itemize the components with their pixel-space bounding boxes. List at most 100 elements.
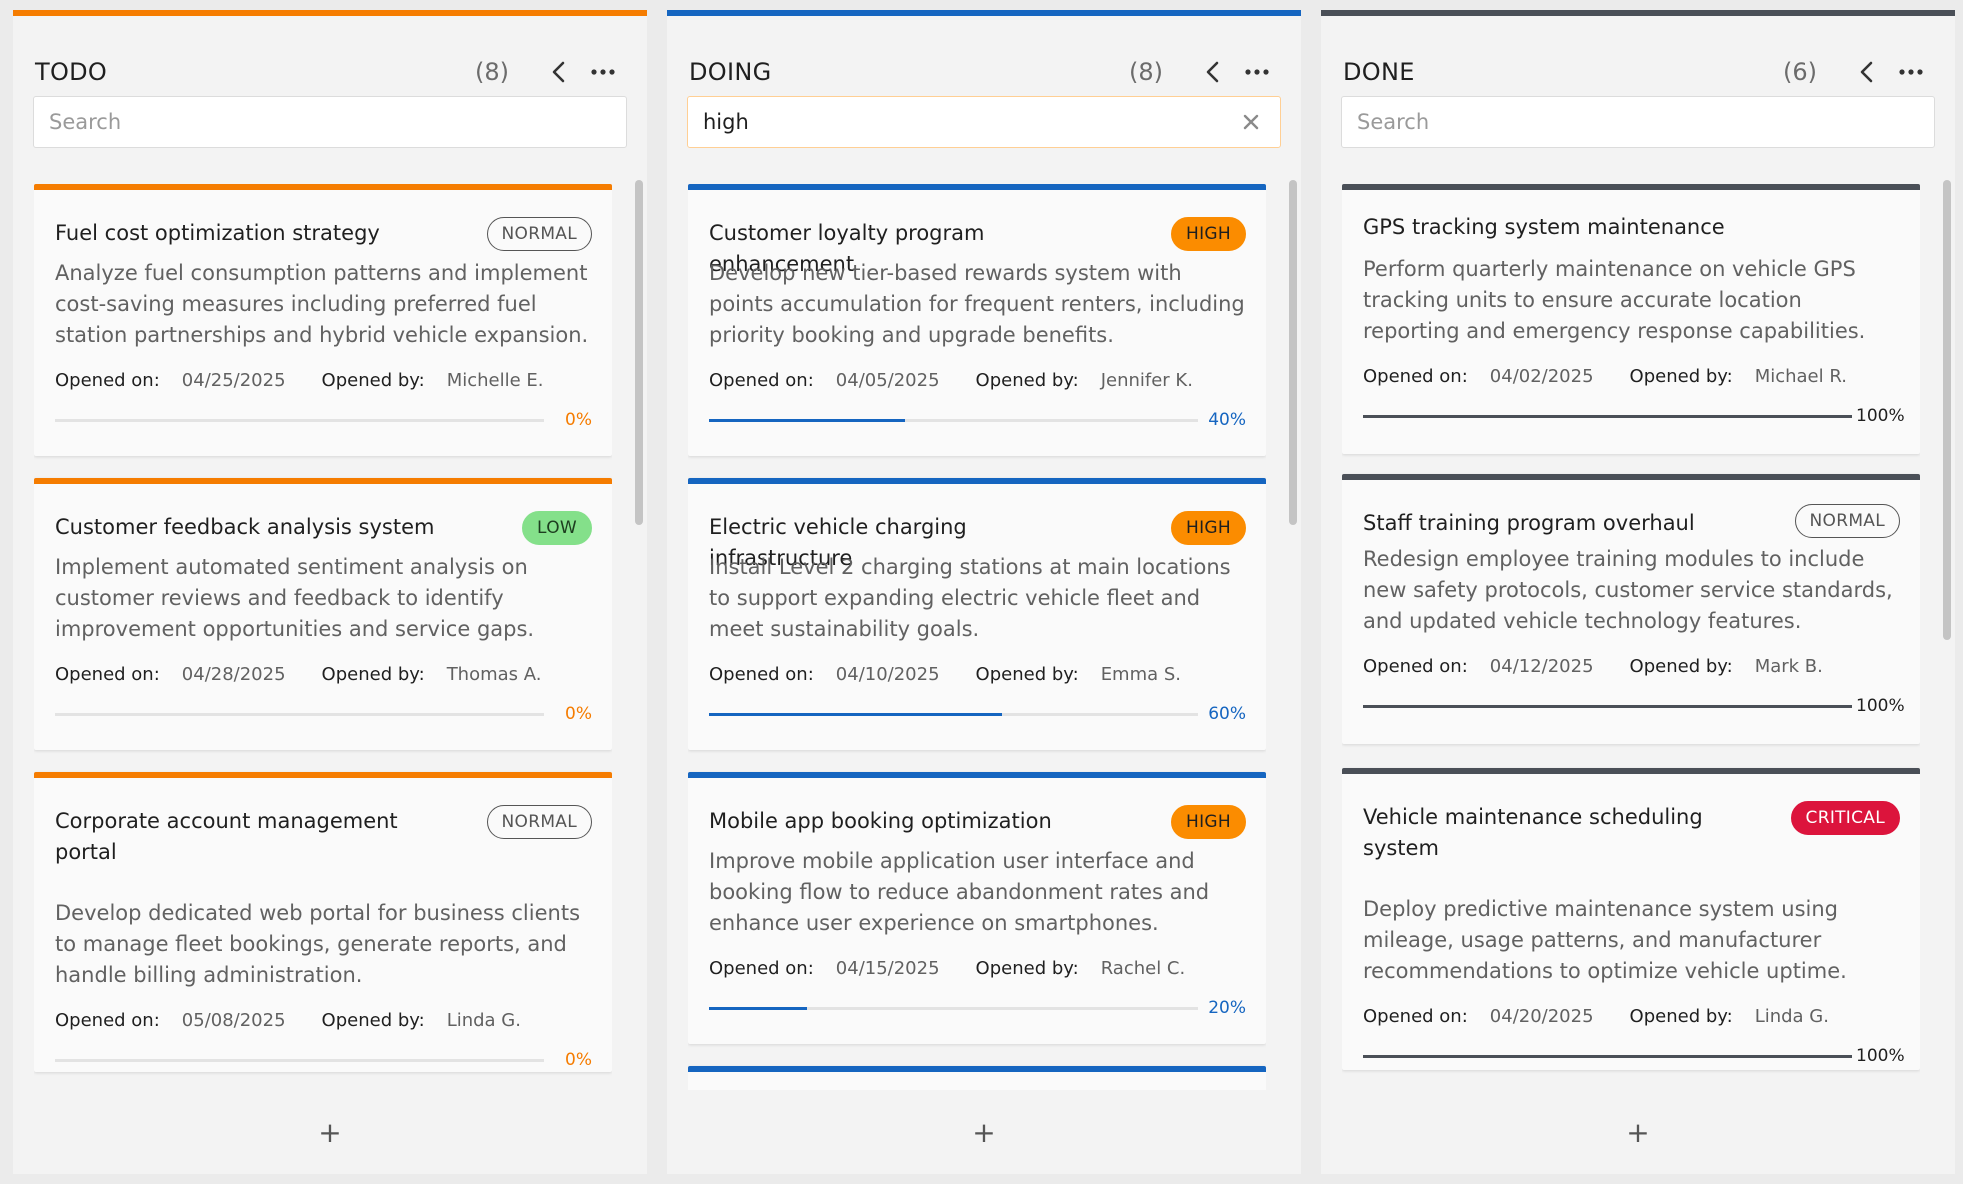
task-card[interactable]: Corporate account management portal NORMA… xyxy=(34,772,612,1072)
more-horizontal-icon[interactable] xyxy=(1235,54,1279,90)
meta-spacer xyxy=(1594,652,1630,682)
card-title: Customer feedback analysis system xyxy=(55,515,435,539)
opened-by-label: Opened by: xyxy=(321,1010,425,1031)
opened-on-label: Opened on: xyxy=(55,370,160,391)
add-card-button[interactable]: + xyxy=(13,1112,647,1152)
card-description: Install Level 2 charging stations at mai… xyxy=(709,555,1231,641)
more-horizontal-icon[interactable] xyxy=(1889,54,1933,90)
scrollbar-thumb[interactable] xyxy=(635,180,643,525)
progress-percent: 60% xyxy=(1208,704,1246,724)
progress-percent: 100% xyxy=(1856,1046,1905,1066)
scrollbar[interactable] xyxy=(635,172,645,1092)
opened-by-label: Opened by: xyxy=(321,370,425,391)
opened-by-name: Mark B. xyxy=(1754,656,1823,677)
task-card[interactable]: Mobile app booking optimization HIGH Impro… xyxy=(688,772,1266,1044)
card-description: Implement automated sentiment analysis o… xyxy=(55,555,535,641)
progress-track xyxy=(709,712,1198,716)
opened-on-date: 04/28/2025 xyxy=(181,664,286,685)
scrollbar-thumb[interactable] xyxy=(1943,180,1951,640)
priority-badge: HIGH xyxy=(1171,511,1246,545)
search-field[interactable] xyxy=(1341,96,1935,148)
opened-by-name: Michael R. xyxy=(1754,366,1847,387)
progress-fill xyxy=(1363,704,1852,708)
card-meta: Opened on: 04/02/2025 Opened by: Michael R. xyxy=(1363,362,1900,392)
scrollbar[interactable] xyxy=(1289,172,1299,1092)
task-card[interactable]: Customer feedback analysis system LOW Impl… xyxy=(34,478,612,750)
card-title: Fuel cost optimization strategy xyxy=(55,221,380,245)
chevron-left-icon[interactable] xyxy=(537,54,581,90)
priority-badge: NORMAL xyxy=(486,805,592,839)
progress-track xyxy=(55,712,544,716)
scrollbar[interactable] xyxy=(1943,172,1953,1092)
card-meta: Opened on: 04/10/2025 Opened by: Emma S. xyxy=(709,660,1246,690)
opened-on-label: Opened on: xyxy=(709,958,814,979)
add-card-button[interactable]: + xyxy=(1321,1112,1955,1152)
column-doing: DOING (8) Customer loyalty program enhan… xyxy=(667,10,1301,1174)
scrollbar-thumb[interactable] xyxy=(1289,180,1297,525)
chevron-left-icon[interactable] xyxy=(1845,54,1889,90)
search-input[interactable] xyxy=(1357,110,1919,134)
add-card-button[interactable]: + xyxy=(667,1112,1301,1152)
opened-by-label: Opened by: xyxy=(975,958,1079,979)
close-icon[interactable] xyxy=(1237,108,1265,136)
opened-on-date: 04/12/2025 xyxy=(1489,656,1594,677)
card-title: GPS tracking system maintenance xyxy=(1363,215,1725,239)
card-meta: Opened on: 04/12/2025 Opened by: Mark B. xyxy=(1363,652,1900,682)
card-description: Develop dedicated web portal for busines… xyxy=(55,901,581,987)
opened-by-label: Opened by: xyxy=(321,664,425,685)
opened-on-date: 04/15/2025 xyxy=(835,958,940,979)
card-description: Deploy predictive maintenance system usi… xyxy=(1363,897,1847,983)
task-card[interactable] xyxy=(688,1066,1266,1090)
progress-percent: 100% xyxy=(1856,696,1905,716)
task-card[interactable]: Staff training program overhaul NORMAL Red… xyxy=(1342,474,1920,744)
progress-percent: 0% xyxy=(565,410,592,430)
opened-by-name: Thomas A. xyxy=(446,664,542,685)
opened-by-label: Opened by: xyxy=(1629,366,1733,387)
progress-percent: 100% xyxy=(1856,406,1905,426)
meta-spacer xyxy=(940,660,976,690)
opened-on-label: Opened on: xyxy=(709,664,814,685)
search-input[interactable] xyxy=(703,110,1237,134)
opened-by-name: Michelle E. xyxy=(446,370,544,391)
card-description: Analyze fuel consumption patterns and im… xyxy=(55,261,589,347)
column-header: DONE (6) xyxy=(1343,54,1933,90)
progress-track xyxy=(1363,1054,1852,1058)
opened-by-label: Opened by: xyxy=(1629,656,1733,677)
progress-percent: 40% xyxy=(1208,410,1246,430)
search-field[interactable] xyxy=(33,96,627,148)
task-card[interactable]: Vehicle maintenance scheduling system CRI… xyxy=(1342,768,1920,1070)
progress-percent: 20% xyxy=(1208,998,1246,1018)
task-card[interactable]: Fuel cost optimization strategy NORMAL Ana… xyxy=(34,184,612,456)
card-title: Staff training program overhaul xyxy=(1363,511,1695,535)
search-field[interactable] xyxy=(687,96,1281,148)
opened-on-date: 04/10/2025 xyxy=(835,664,940,685)
meta-spacer xyxy=(1594,1002,1630,1032)
column-todo: TODO (8) Fuel cost optimization strategy… xyxy=(13,10,647,1174)
task-card[interactable]: Customer loyalty program enhancement HIGH… xyxy=(688,184,1266,456)
kanban-board: TODO (8) Fuel cost optimization strategy… xyxy=(0,0,1963,1184)
progress-fill xyxy=(709,712,1003,716)
column-header: TODO (8) xyxy=(35,54,625,90)
card-list: Fuel cost optimization strategy NORMAL Ana… xyxy=(34,184,612,1090)
priority-badge: HIGH xyxy=(1171,217,1246,251)
search-input[interactable] xyxy=(49,110,611,134)
card-description: Perform quarterly maintenance on vehicle… xyxy=(1363,257,1866,343)
task-card[interactable]: Electric vehicle charging infrastructure… xyxy=(688,478,1266,750)
card-meta: Opened on: 04/15/2025 Opened by: Rachel C. xyxy=(709,954,1246,984)
meta-spacer xyxy=(1594,362,1630,392)
card-description: Improve mobile application user interfac… xyxy=(709,849,1210,935)
column-header: DOING (8) xyxy=(689,54,1279,90)
card-list: GPS tracking system maintenance Perform q… xyxy=(1342,184,1920,1090)
column-title: DONE xyxy=(1343,58,1415,86)
meta-spacer xyxy=(286,660,322,690)
card-title: Vehicle maintenance scheduling system xyxy=(1363,805,1703,860)
task-card[interactable]: GPS tracking system maintenance Perform q… xyxy=(1342,184,1920,454)
progress-fill xyxy=(1363,414,1852,418)
card-title: Corporate account management portal xyxy=(55,809,398,864)
opened-by-name: Rachel C. xyxy=(1100,958,1186,979)
chevron-left-icon[interactable] xyxy=(1191,54,1235,90)
opened-on-label: Opened on: xyxy=(1363,656,1468,677)
opened-on-date: 04/02/2025 xyxy=(1489,366,1594,387)
progress-bar: 0% xyxy=(55,702,592,726)
more-horizontal-icon[interactable] xyxy=(581,54,625,90)
